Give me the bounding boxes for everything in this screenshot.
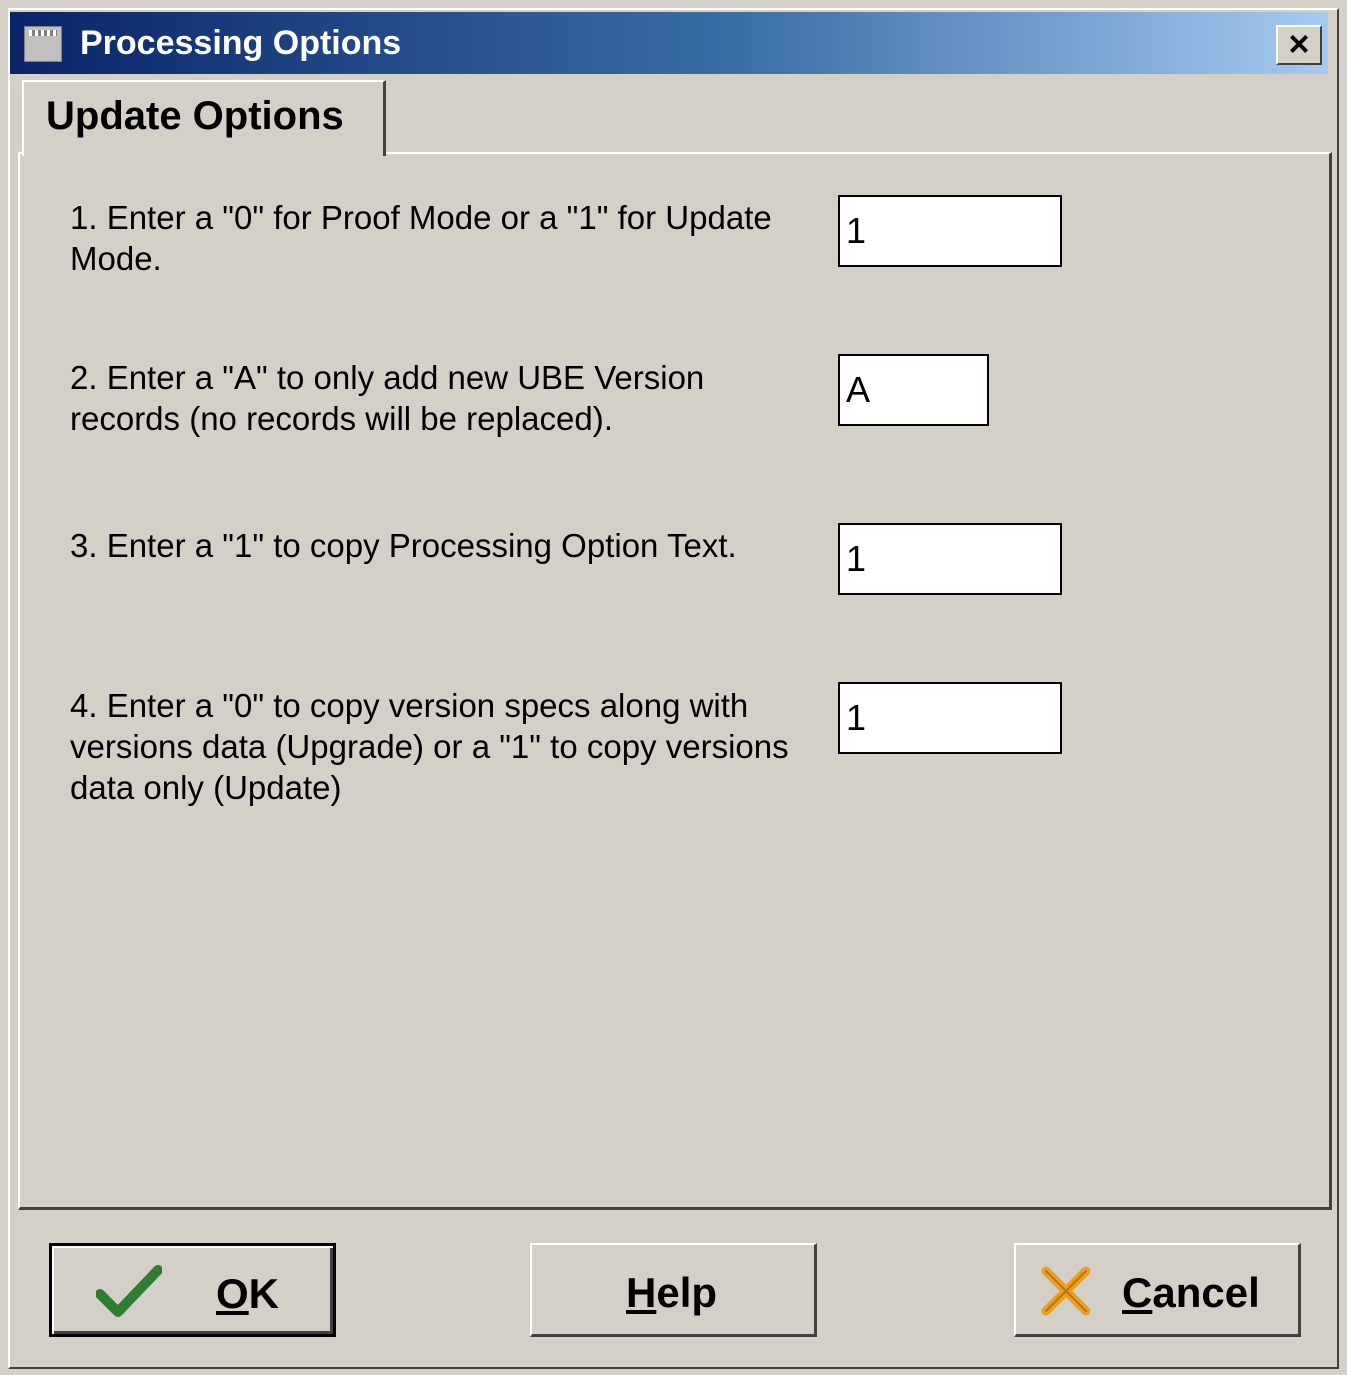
window-title: Processing Options	[80, 24, 402, 62]
help-label: Help	[626, 1269, 718, 1316]
option-2-field[interactable]	[838, 354, 989, 426]
cancel-label: Cancel	[1122, 1269, 1260, 1316]
tab-update-options[interactable]: Update Options	[22, 80, 386, 156]
title-bar[interactable]: Processing Options ×	[10, 12, 1328, 74]
checkmark-icon	[95, 1264, 163, 1330]
help-button[interactable]: Help	[530, 1243, 817, 1337]
cancel-x-icon	[1038, 1263, 1094, 1329]
options-panel	[18, 152, 1332, 1210]
close-button[interactable]: ×	[1276, 25, 1322, 65]
ok-label: OK	[216, 1270, 280, 1317]
option-1-label: 1. Enter a "0" for Proof Mode or a "1" f…	[70, 199, 772, 277]
option-4-field[interactable]	[838, 682, 1062, 754]
option-3-field[interactable]	[838, 523, 1062, 595]
window-icon	[24, 26, 62, 62]
option-3-label: 3. Enter a "1" to copy Processing Option…	[70, 527, 737, 564]
option-2-label: 2. Enter a "A" to only add new UBE Versi…	[70, 359, 705, 437]
ok-button[interactable]: OK	[49, 1243, 336, 1337]
tab-label: Update Options	[46, 94, 344, 138]
option-1-field[interactable]	[838, 195, 1062, 267]
option-4-label: 4. Enter a "0" to copy version specs alo…	[70, 687, 789, 806]
cancel-button[interactable]: Cancel	[1014, 1243, 1301, 1337]
